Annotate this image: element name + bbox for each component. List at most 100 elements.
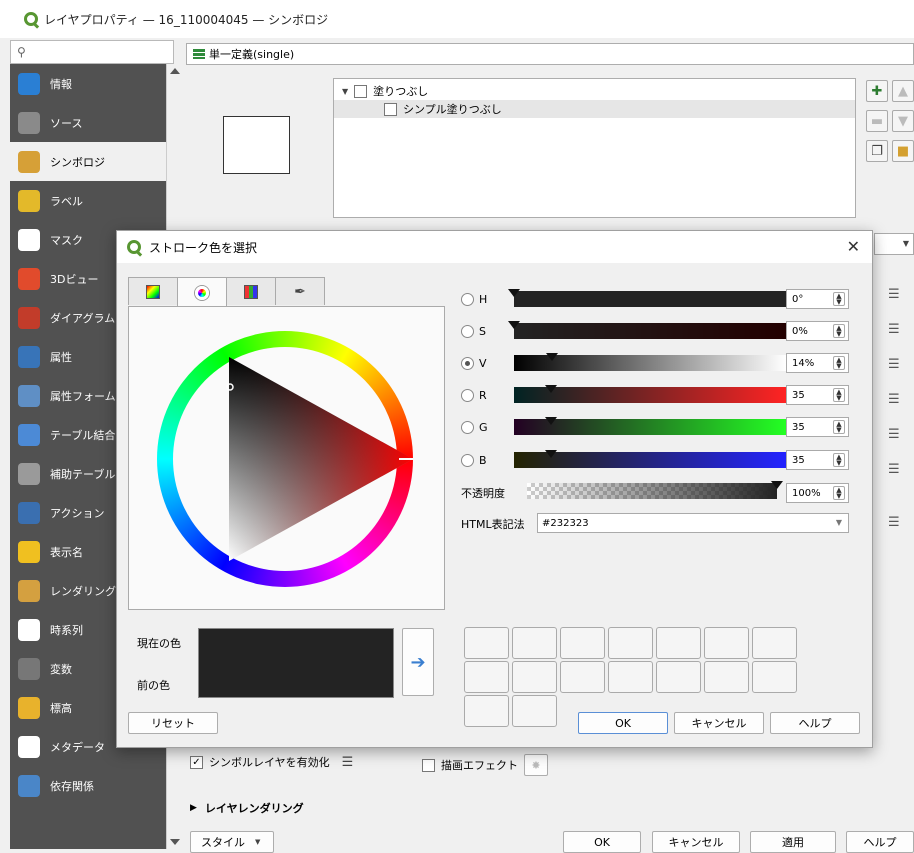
channel-slider[interactable] [514, 417, 786, 435]
channel-slider[interactable] [514, 353, 786, 371]
draw-effect-checkbox[interactable] [422, 758, 435, 772]
slider-handle[interactable] [545, 450, 558, 458]
main-help-button[interactable]: ヘルプ [846, 831, 914, 853]
color-swatch[interactable] [464, 695, 509, 727]
channel-radio[interactable] [461, 292, 474, 306]
sidebar-item[interactable]: ソース [10, 103, 166, 142]
tree-row-fill[interactable]: ▼ 塗りつぶし [334, 82, 855, 100]
data-defined-override-icon[interactable]: ☰ [888, 287, 908, 303]
main-ok-button[interactable]: OK [563, 831, 641, 853]
channel-slider[interactable] [514, 385, 786, 403]
slider-handle[interactable] [546, 353, 559, 361]
color-swatch[interactable] [608, 627, 653, 659]
data-defined-override-icon[interactable]: ☰ [888, 392, 908, 408]
main-cancel-button[interactable]: キャンセル [652, 831, 740, 853]
current-color-preview[interactable] [198, 628, 394, 698]
cancel-button[interactable]: キャンセル [674, 712, 764, 734]
layer-rendering-section[interactable]: ▶ レイヤレンダリング [190, 800, 304, 816]
tab-color-ramp[interactable] [128, 277, 178, 305]
data-defined-override-icon[interactable]: ☰ [888, 357, 908, 373]
color-swatch[interactable] [512, 627, 557, 659]
color-swatch[interactable] [656, 627, 701, 659]
data-defined-override-icon[interactable]: ☰ [888, 427, 908, 443]
channel-radio[interactable] [461, 420, 474, 434]
color-swatch[interactable] [464, 627, 509, 659]
move-down-button[interactable]: ▼ [892, 110, 914, 132]
channel-slider[interactable] [514, 450, 786, 468]
spin-arrows-icon[interactable]: ▲ ▼ [833, 356, 845, 370]
scroll-up-icon[interactable] [170, 68, 180, 74]
lock-color-button[interactable]: ■ [892, 140, 914, 162]
spin-arrows-icon[interactable]: ▲ ▼ [833, 292, 845, 306]
spin-arrows-icon[interactable]: ▲ ▼ [833, 453, 845, 467]
background-combo[interactable]: ▼ [874, 233, 914, 255]
color-wheel-svg[interactable] [129, 307, 446, 611]
color-swatch[interactable] [752, 661, 797, 693]
sidebar-item[interactable]: 依存関係 [10, 766, 166, 805]
tab-color-wheel[interactable] [177, 277, 227, 307]
channel-radio[interactable] [461, 324, 474, 338]
spin-arrows-icon[interactable]: ▲ ▼ [833, 324, 845, 338]
data-defined-override-icon[interactable]: ☰ [342, 755, 354, 770]
slider-handle[interactable] [545, 385, 558, 393]
channel-radio[interactable] [461, 388, 474, 402]
duplicate-layer-button[interactable]: ❐ [866, 140, 888, 162]
color-swatch[interactable] [704, 627, 749, 659]
data-defined-override-icon[interactable]: ☰ [888, 322, 908, 338]
main-apply-button[interactable]: 適用 [750, 831, 836, 853]
spin-arrows-icon[interactable]: ▲ ▼ [833, 420, 845, 434]
color-swatch[interactable] [512, 695, 557, 727]
remove-layer-button[interactable]: ▲ [892, 80, 914, 102]
channel-spinbox[interactable]: 35 ▲ ▼ [786, 385, 849, 405]
color-wheel-panel[interactable] [128, 306, 445, 610]
tree-row-simple-fill[interactable]: シンプル塗りつぶし [334, 100, 855, 118]
chevron-down-icon[interactable]: ▼ [836, 518, 842, 527]
channel-spinbox[interactable]: 14% ▲ ▼ [786, 353, 849, 373]
color-swatch[interactable] [464, 661, 509, 693]
channel-spinbox[interactable]: 35 ▲ ▼ [786, 417, 849, 437]
add-layer-button[interactable]: ✚ [866, 80, 888, 102]
color-swatch[interactable] [608, 661, 653, 693]
slider-handle[interactable] [545, 417, 558, 425]
channel-spinbox[interactable]: 0% ▲ ▼ [786, 321, 849, 341]
color-swatch[interactable] [656, 661, 701, 693]
spin-arrows-icon[interactable]: ▲ ▼ [833, 388, 845, 402]
color-swatch[interactable] [560, 661, 605, 693]
slider-handle[interactable] [508, 321, 520, 329]
set-color-button[interactable]: ➔ [402, 628, 434, 696]
sidebar-item[interactable]: ラベル [10, 181, 166, 220]
channel-slider[interactable] [508, 289, 786, 307]
enable-layer-checkbox[interactable]: ✓ [190, 755, 203, 769]
simple-fill-checkbox[interactable] [384, 102, 397, 116]
color-swatch[interactable] [512, 661, 557, 693]
html-color-input[interactable]: #232323 ▼ [537, 513, 849, 533]
sidebar-item[interactable]: シンボロジ [10, 142, 166, 181]
sidebar-item[interactable]: 情報 [10, 64, 166, 103]
opacity-handle[interactable] [771, 481, 783, 489]
color-swatch[interactable] [704, 661, 749, 693]
close-icon[interactable]: ✕ [847, 237, 860, 256]
effect-settings-button[interactable]: ✸ [524, 754, 548, 776]
slider-handle[interactable] [508, 289, 520, 297]
lock-layer-button[interactable]: ▬ [866, 110, 888, 132]
tab-sampler[interactable]: ✒ [275, 277, 325, 305]
scroll-down-icon[interactable] [170, 839, 180, 845]
channel-slider[interactable] [508, 321, 786, 339]
search-input[interactable]: ⚲ [10, 40, 174, 64]
renderer-type-select[interactable]: 単一定義(single) [186, 43, 914, 65]
style-button[interactable]: スタイル ▼ [190, 831, 274, 853]
opacity-spinbox[interactable]: 100% ▲ ▼ [786, 483, 849, 503]
help-button[interactable]: ヘルプ [770, 712, 860, 734]
spin-arrows-icon[interactable]: ▲ ▼ [833, 486, 845, 500]
channel-spinbox[interactable]: 0° ▲ ▼ [786, 289, 849, 309]
opacity-slider[interactable] [527, 481, 783, 499]
fill-checkbox[interactable] [354, 84, 368, 98]
channel-radio[interactable] [461, 356, 474, 370]
tab-swatches[interactable] [226, 277, 276, 305]
channel-radio[interactable] [461, 453, 474, 467]
color-swatch[interactable] [752, 627, 797, 659]
channel-spinbox[interactable]: 35 ▲ ▼ [786, 450, 849, 470]
color-swatch[interactable] [560, 627, 605, 659]
data-defined-override-icon[interactable]: ☰ [888, 462, 908, 478]
data-defined-override-icon[interactable]: ☰ [888, 515, 908, 531]
